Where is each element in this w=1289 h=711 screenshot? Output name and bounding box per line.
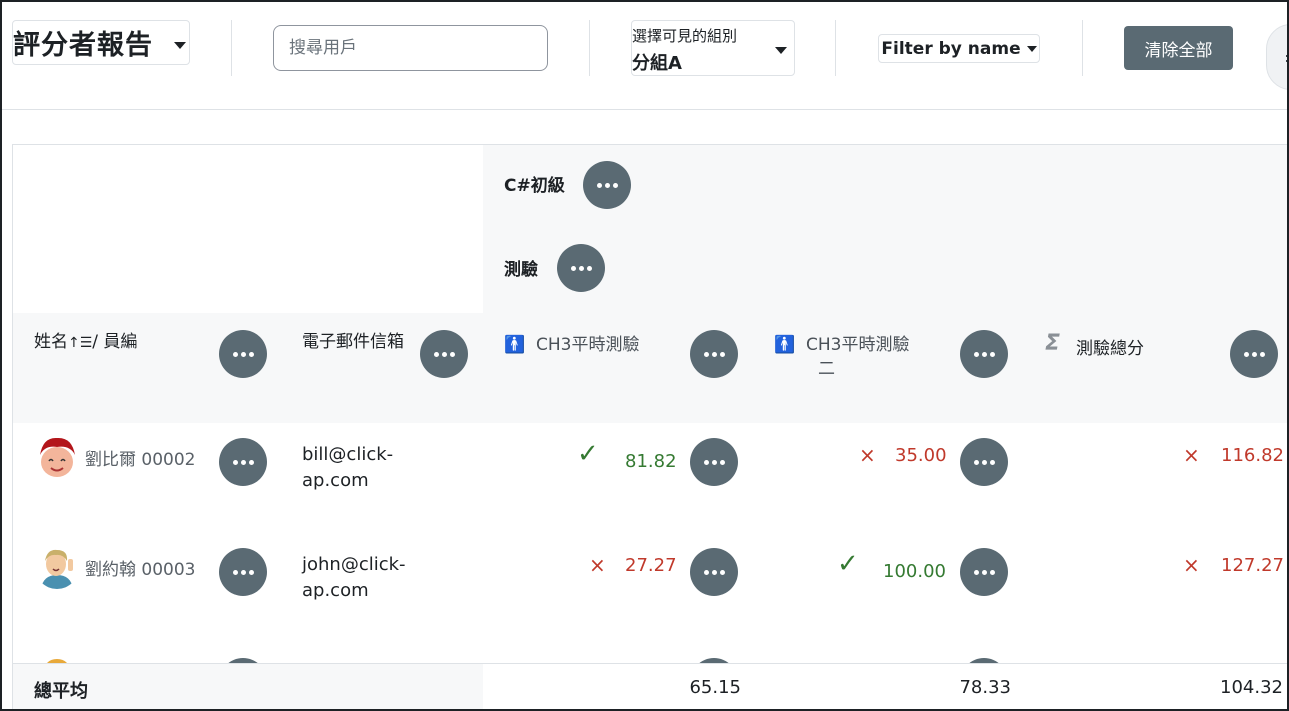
average-value: 104.32 xyxy=(1220,677,1283,698)
toolbar-divider xyxy=(1082,20,1083,76)
check-icon: ✓ xyxy=(837,549,859,579)
grade-actions-button[interactable] xyxy=(690,438,738,486)
overall-average-label-cell: 總平均 xyxy=(12,663,484,709)
report-toolbar: 評分者報告 選擇可見的組別 分組A Filter by name 清除全部 xyxy=(2,2,1287,110)
user-email-line1: john@click- xyxy=(302,554,406,575)
total-value: 127.27 xyxy=(1221,555,1284,576)
manual-item-icon: 🚹 xyxy=(774,335,796,355)
manual-item-icon: 🚹 xyxy=(504,335,526,355)
cross-icon: × xyxy=(859,443,876,467)
sort-ascending-icon[interactable]: ↑☰ xyxy=(68,335,92,351)
sum-icon: Σ xyxy=(1045,331,1061,356)
grade-value: 100.00 xyxy=(883,561,946,582)
grade-value: 27.27 xyxy=(625,555,677,576)
user-name-link[interactable]: 劉比爾 00002 xyxy=(85,445,195,470)
cross-icon: × xyxy=(1183,553,1200,577)
caret-down-icon xyxy=(174,42,186,49)
toolbar-divider xyxy=(835,20,836,76)
item2-header-line1: CH3平時測驗 xyxy=(806,335,910,355)
group-selector[interactable]: 選擇可見的組別 分組A xyxy=(631,20,795,76)
user-avatar[interactable] xyxy=(35,545,79,589)
average-value: 78.33 xyxy=(959,677,1011,698)
user-email-line2: ap.com xyxy=(302,470,369,491)
grade-value: 35.00 xyxy=(895,445,947,466)
category-actions-button[interactable] xyxy=(583,161,631,209)
column-header-item1: 🚹 CH3平時測驗 xyxy=(483,313,754,424)
grade-value: 81.82 xyxy=(625,451,677,472)
average-cell: 65.15 xyxy=(483,663,754,709)
total-actions-button[interactable] xyxy=(1230,330,1278,378)
overall-average-label: 總平均 xyxy=(34,681,88,702)
grader-table: C#初級 測驗 姓名↑☰/ 員編 電子郵件信箱 🚹 CH3平時測驗 🚹 CH3平… xyxy=(12,144,1287,709)
item2-header-label[interactable]: CH3平時測驗二 xyxy=(806,333,909,381)
grade-cell[interactable]: × 27.27 xyxy=(483,533,754,644)
search-users-input[interactable] xyxy=(273,25,548,71)
filter-by-name-button[interactable]: Filter by name xyxy=(878,34,1040,63)
column-header-total: Σ 測驗總分 xyxy=(1023,313,1287,424)
subcategory-actions-button[interactable] xyxy=(557,244,605,292)
email-header-label[interactable]: 電子郵件信箱 xyxy=(302,327,404,352)
check-icon: ✓ xyxy=(577,439,599,469)
grade-cell[interactable]: × 35.00 xyxy=(753,423,1024,534)
user-email: john@click-ap.com xyxy=(302,552,406,604)
item1-header-label[interactable]: CH3平時測驗 xyxy=(536,333,639,357)
grade-actions-button[interactable] xyxy=(690,548,738,596)
clear-all-button[interactable]: 清除全部 xyxy=(1124,26,1233,70)
toolbar-divider xyxy=(231,20,232,76)
total-value: 116.82 xyxy=(1221,445,1284,466)
name-header-label[interactable]: 姓名 xyxy=(34,332,68,352)
column-header-name: 姓名↑☰/ 員編 xyxy=(12,313,282,424)
user-actions-button[interactable] xyxy=(219,438,267,486)
item2-actions-button[interactable] xyxy=(960,330,1008,378)
grade-cell[interactable]: ✓ 81.82 xyxy=(483,423,754,534)
collapse-drawer-button[interactable] xyxy=(1266,24,1287,90)
average-cell: 78.33 xyxy=(753,663,1024,709)
item1-actions-button[interactable] xyxy=(690,330,738,378)
grade-actions-button[interactable] xyxy=(960,438,1008,486)
toolbar-divider xyxy=(589,20,590,76)
name-column-actions-button[interactable] xyxy=(219,330,267,378)
average-value: 65.15 xyxy=(689,677,741,698)
average-cell: 104.32 xyxy=(1023,663,1287,709)
table-corner xyxy=(12,144,484,314)
total-cell[interactable]: × 116.82 xyxy=(1023,423,1287,534)
category-name: C#初級 xyxy=(504,176,565,196)
filter-by-name-label: Filter by name xyxy=(881,38,1021,59)
group-selector-label: 選擇可見的組別 xyxy=(632,27,738,45)
caret-down-icon xyxy=(1026,45,1037,52)
user-name-link[interactable]: 劉約翰 00003 xyxy=(85,555,195,580)
user-actions-button[interactable] xyxy=(219,548,267,596)
user-email: bill@click-ap.com xyxy=(302,442,393,494)
column-header-email: 電子郵件信箱 xyxy=(281,313,484,424)
name-header-text: 姓名↑☰/ 員編 xyxy=(34,327,137,352)
table-row-email-cell: john@click-ap.com xyxy=(281,533,484,644)
total-cell[interactable]: × 127.27 xyxy=(1023,533,1287,644)
table-row-email-cell: bill@click-ap.com xyxy=(281,423,484,534)
table-row-user-cell: 劉約翰 00003 xyxy=(12,533,282,644)
report-title: 評分者報告 xyxy=(13,30,153,61)
table-row-user-cell: 劉比爾 00002 xyxy=(12,423,282,534)
report-selector[interactable]: 評分者報告 xyxy=(12,20,190,65)
grader-report-page: 評分者報告 選擇可見的組別 分組A Filter by name 清除全部 C#… xyxy=(0,0,1289,711)
group-selector-value: 分組A xyxy=(632,53,682,74)
id-header-label[interactable]: / 員編 xyxy=(92,332,137,352)
grade-cell[interactable]: ✓ 100.00 xyxy=(753,533,1024,644)
cross-icon: × xyxy=(589,553,606,577)
grade-actions-button[interactable] xyxy=(960,548,1008,596)
user-avatar[interactable] xyxy=(35,435,79,479)
column-header-item2: 🚹 CH3平時測驗二 xyxy=(753,313,1024,424)
user-email-line1: bill@click- xyxy=(302,444,394,465)
caret-down-icon xyxy=(775,47,787,54)
cross-icon: × xyxy=(1183,443,1200,467)
user-email-line2: ap.com xyxy=(302,580,369,601)
item2-header-line2: 二 xyxy=(818,359,835,379)
category-header: C#初級 xyxy=(483,144,1287,230)
subcategory-name: 測驗 xyxy=(504,260,538,280)
total-header-label[interactable]: 測驗總分 xyxy=(1076,334,1144,359)
subcategory-header: 測驗 xyxy=(483,229,1287,314)
email-column-actions-button[interactable] xyxy=(420,330,468,378)
